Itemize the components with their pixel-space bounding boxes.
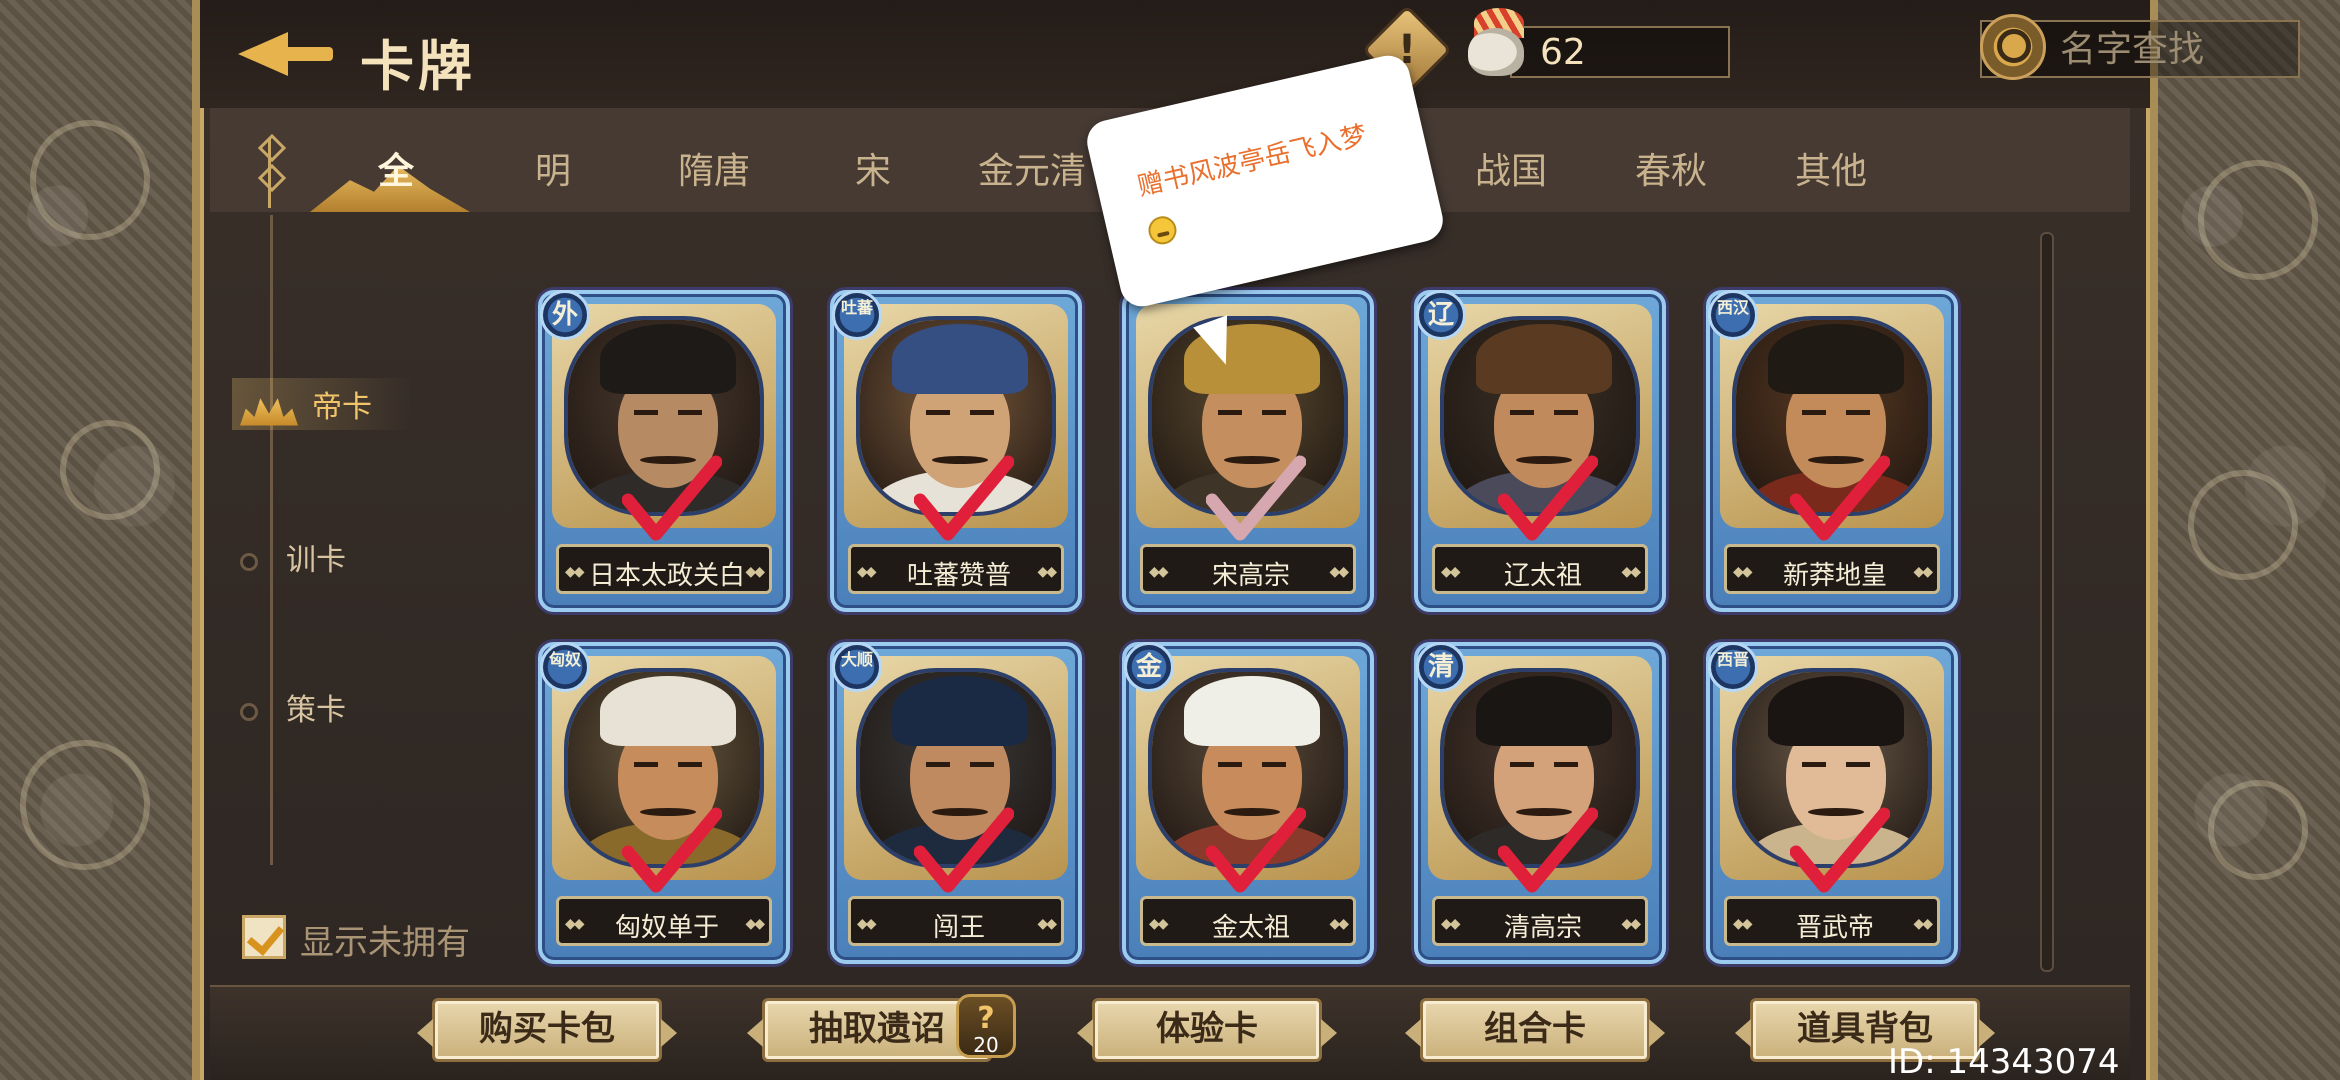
category-emperor[interactable]: 帝卡: [240, 382, 372, 426]
tab-suitang[interactable]: 隋唐: [678, 142, 750, 194]
owned-check-icon: [1205, 806, 1307, 896]
owned-check-icon: [1789, 454, 1891, 544]
lotus-icon: [240, 398, 298, 426]
emperor-card[interactable]: 吐蕃 ◆◆ ◆◆ 吐蕃赞普: [830, 290, 1082, 612]
emperor-card[interactable]: 匈奴 ◆◆ ◆◆ 匈奴单于: [538, 642, 790, 964]
card-nameplate: ◆◆ ◆◆ 吐蕃赞普: [848, 544, 1064, 594]
emperor-card[interactable]: 外 ◆◆ ◆◆ 日本太政关白: [538, 290, 790, 612]
scroll-icon: ?: [977, 1001, 995, 1036]
card-nameplate: ◆◆ ◆◆ 匈奴单于: [556, 896, 772, 946]
owned-check-icon: [1789, 806, 1891, 896]
card-name: 清高宗: [1503, 913, 1582, 943]
tab-chunqiu[interactable]: 春秋: [1635, 142, 1707, 194]
card-frame: [1720, 304, 1944, 541]
tab-ming[interactable]: 明: [535, 142, 571, 194]
category-strategy[interactable]: 策卡: [240, 685, 346, 729]
sleepy-emoji-icon: [1145, 213, 1180, 248]
checkbox-checked-icon[interactable]: [242, 915, 286, 959]
header-bar: 卡牌 ! 62: [200, 0, 2300, 108]
card-collection-screen: 卡牌 ! 62 全 明 隋唐 宋 金元清 西 战国 春秋 其他 帝卡 训卡 策卡: [0, 0, 2340, 1080]
card-nameplate: ◆◆ ◆◆ 辽太祖: [1432, 544, 1648, 594]
tab-jinyuanqing[interactable]: 金元清: [978, 142, 1086, 194]
rail-dot-icon: [240, 702, 258, 721]
dynasty-badge: 西汉: [1708, 290, 1758, 340]
left-ornament-panel: [0, 0, 200, 1080]
card-nameplate: ◆◆ ◆◆ 日本太政关白: [556, 544, 772, 594]
currency-value: 62: [1540, 32, 1586, 73]
card-frame: [1136, 656, 1360, 893]
combo-card-button[interactable]: 组合卡: [1405, 998, 1665, 1062]
trial-card-button[interactable]: 体验卡: [1077, 998, 1337, 1062]
card-nameplate: ◆◆ ◆◆ 清高宗: [1432, 896, 1648, 946]
emperor-card[interactable]: 辽 ◆◆ ◆◆ 辽太祖: [1414, 290, 1666, 612]
card-frame: [552, 304, 776, 541]
owned-check-icon: [1497, 454, 1599, 544]
card-name: 宋高宗: [1211, 561, 1290, 591]
card-nameplate: ◆◆ ◆◆ 闯王: [848, 896, 1064, 946]
dynasty-badge: 西晋: [1708, 642, 1758, 692]
owned-check-icon: [913, 454, 1015, 544]
card-frame: [1720, 656, 1944, 893]
tab-other[interactable]: 其他: [1795, 142, 1867, 194]
card-name: 晋武帝: [1795, 913, 1874, 943]
emperor-card[interactable]: 大顺 ◆◆ ◆◆ 闯王: [830, 642, 1082, 964]
owned-check-icon: [621, 806, 723, 896]
owned-check-icon: [1497, 806, 1599, 896]
phoenix-currency-icon: [1462, 6, 1534, 86]
card-frame: [1136, 304, 1360, 541]
show-unowned-label: 显示未拥有: [300, 923, 470, 963]
card-name: 匈奴单于: [614, 913, 719, 943]
card-name: 金太祖: [1211, 913, 1290, 943]
card-frame: [844, 304, 1068, 541]
category-training[interactable]: 训卡: [240, 535, 346, 579]
card-name: 新莽地皇: [1782, 561, 1887, 591]
tab-decoration: [268, 138, 288, 208]
tab-all[interactable]: 全: [378, 142, 414, 194]
dynasty-badge: 匈奴: [540, 642, 590, 692]
tab-zhanguo[interactable]: 战国: [1475, 142, 1547, 194]
tab-song[interactable]: 宋: [855, 142, 891, 194]
dynasty-badge: 清: [1416, 642, 1466, 692]
rail-dot-icon: [240, 552, 258, 571]
back-button[interactable]: [238, 22, 338, 82]
card-nameplate: ◆◆ ◆◆ 晋武帝: [1724, 896, 1940, 946]
bubble-text: 赠书风波亭岳飞入梦: [1134, 120, 1370, 203]
card-frame: [1428, 304, 1652, 541]
owned-check-icon: [621, 454, 723, 544]
edict-count: 20: [973, 1033, 999, 1057]
emperor-card[interactable]: ◆◆ ◆◆ 宋高宗: [1122, 290, 1374, 612]
card-nameplate: ◆◆ ◆◆ 新莽地皇: [1724, 544, 1940, 594]
emperor-card[interactable]: 西汉 ◆◆ ◆◆ 新莽地皇: [1706, 290, 1958, 612]
card-grid: 外 ◆◆ ◆◆ 日本太政关白 吐蕃 ◆◆ ◆◆ 吐蕃赞普 ◆◆ ◆◆ 宋高宗 辽 ◆◆ ◆◆ 辽太祖 西汉 ◆◆…: [530, 212, 1980, 982]
card-frame: [552, 656, 776, 893]
card-nameplate: ◆◆ ◆◆ 宋高宗: [1140, 544, 1356, 594]
card-name: 日本太政关白: [588, 561, 745, 591]
card-frame: [1428, 656, 1652, 893]
dynasty-badge: 辽: [1416, 290, 1466, 340]
page-title: 卡牌: [360, 35, 476, 98]
owned-check-icon: [1205, 454, 1307, 544]
buy-pack-button[interactable]: 购买卡包: [417, 998, 677, 1062]
dynasty-badge: 大顺: [832, 642, 882, 692]
edict-count-badge: ? 20: [956, 994, 1016, 1058]
card-name: 辽太祖: [1503, 561, 1582, 591]
dynasty-badge: 金: [1124, 642, 1174, 692]
dynasty-badge: 外: [540, 290, 590, 340]
user-id: ID: 14343074: [1888, 1042, 2120, 1080]
card-grid-scrollbar[interactable]: [2040, 232, 2054, 972]
card-name: 闯王: [932, 913, 985, 943]
right-ornament-panel: [2150, 0, 2340, 1080]
search-icon[interactable]: [1980, 14, 2046, 80]
dynasty-badge: 吐蕃: [832, 290, 882, 340]
search-input[interactable]: [2060, 24, 2290, 74]
emperor-card[interactable]: 西晋 ◆◆ ◆◆ 晋武帝: [1706, 642, 1958, 964]
emperor-card[interactable]: 清 ◆◆ ◆◆ 清高宗: [1414, 642, 1666, 964]
card-frame: [844, 656, 1068, 893]
card-nameplate: ◆◆ ◆◆ 金太祖: [1140, 896, 1356, 946]
owned-check-icon: [913, 806, 1015, 896]
emperor-card[interactable]: 金 ◆◆ ◆◆ 金太祖: [1122, 642, 1374, 964]
card-name: 吐蕃赞普: [906, 561, 1011, 591]
